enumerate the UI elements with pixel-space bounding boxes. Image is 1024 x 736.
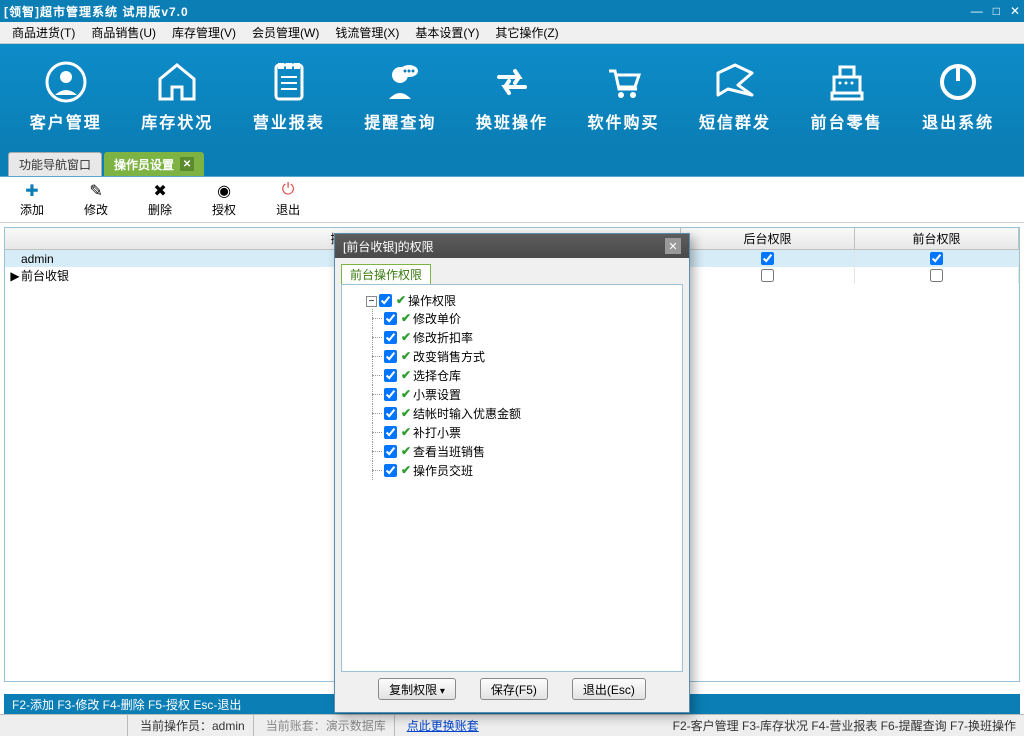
exit-icon bbox=[937, 61, 979, 103]
tree-node-label[interactable]: 结帐时输入优惠金额 bbox=[413, 407, 521, 421]
checkmark-icon: ✔ bbox=[399, 463, 413, 477]
checkmark-icon: ✔ bbox=[399, 425, 413, 439]
tree-node-checkbox[interactable] bbox=[384, 426, 397, 439]
main-tool-buy[interactable]: 软件购买 bbox=[574, 61, 674, 133]
checkmark-icon: ✔ bbox=[399, 444, 413, 458]
main-tool-remind[interactable]: 提醒查询 bbox=[350, 61, 450, 133]
tree-root-checkbox[interactable] bbox=[379, 294, 392, 307]
tree-node-checkbox[interactable] bbox=[384, 445, 397, 458]
main-tool-exit[interactable]: 退出系统 bbox=[908, 61, 1008, 133]
dialog-title: [前台收银]的权限 bbox=[343, 238, 434, 255]
sub-tool-add[interactable]: ✚添加 bbox=[20, 181, 44, 218]
menu-item-6[interactable]: 其它操作(Z) bbox=[491, 24, 562, 41]
checkmark-icon: ✔ bbox=[399, 311, 413, 325]
permission-dialog: [前台收银]的权限 ✕ 前台操作权限 −✔操作权限✔修改单价✔修改折扣率✔改变销… bbox=[334, 233, 690, 713]
menu-item-0[interactable]: 商品进货(T) bbox=[8, 24, 79, 41]
add-icon: ✚ bbox=[25, 181, 38, 199]
dialog-tab-front-perm[interactable]: 前台操作权限 bbox=[341, 264, 431, 284]
customer-icon bbox=[45, 61, 87, 103]
checkmark-icon: ✔ bbox=[399, 330, 413, 344]
tree-node-checkbox[interactable] bbox=[384, 388, 397, 401]
checkmark-icon: ✔ bbox=[399, 349, 413, 363]
status-account: 当前账套：演示数据库 bbox=[266, 715, 395, 736]
tree-node-label[interactable]: 小票设置 bbox=[413, 388, 461, 402]
tree-node-label[interactable]: 修改折扣率 bbox=[413, 331, 473, 345]
tab-close-icon[interactable]: ✕ bbox=[180, 157, 194, 171]
sub-tool-auth[interactable]: ◉授权 bbox=[212, 181, 236, 218]
main-tool-pos[interactable]: 前台零售 bbox=[797, 61, 897, 133]
window-title: [领智]超市管理系统 试用版v7.0 bbox=[4, 3, 189, 20]
main-tool-report[interactable]: 营业报表 bbox=[239, 61, 339, 133]
menu-item-1[interactable]: 商品销售(U) bbox=[87, 24, 160, 41]
tree-node-label[interactable]: 查看当班销售 bbox=[413, 445, 485, 459]
menu-item-5[interactable]: 基本设置(Y) bbox=[411, 24, 483, 41]
menu-item-4[interactable]: 钱流管理(X) bbox=[331, 24, 403, 41]
tree-node-checkbox[interactable] bbox=[384, 312, 397, 325]
main-tool-customer[interactable]: 客户管理 bbox=[16, 61, 116, 133]
buy-icon bbox=[603, 61, 645, 103]
sms-icon bbox=[714, 61, 756, 103]
col-back-perm: 后台权限 bbox=[681, 228, 855, 249]
checkmark-icon: ✔ bbox=[399, 368, 413, 382]
tree-node-label[interactable]: 选择仓库 bbox=[413, 369, 461, 383]
report-icon bbox=[268, 61, 310, 103]
main-tool-inventory[interactable]: 库存状况 bbox=[127, 61, 227, 133]
back-perm-checkbox[interactable] bbox=[761, 252, 774, 265]
tree-node-checkbox[interactable] bbox=[384, 407, 397, 420]
main-tool-sms[interactable]: 短信群发 bbox=[685, 61, 785, 133]
exit-icon: ⏻ bbox=[282, 181, 295, 199]
front-perm-checkbox[interactable] bbox=[930, 269, 943, 282]
edit-icon: ✎ bbox=[89, 181, 102, 199]
tree-node-checkbox[interactable] bbox=[384, 464, 397, 477]
sub-tool-exit[interactable]: ⏻退出 bbox=[276, 181, 300, 218]
exit-button[interactable]: 退出(Esc) bbox=[572, 678, 646, 700]
menu-item-3[interactable]: 会员管理(W) bbox=[248, 24, 323, 41]
maximize-button[interactable]: □ bbox=[993, 4, 1000, 18]
tree-node-checkbox[interactable] bbox=[384, 369, 397, 382]
checkmark-icon: ✔ bbox=[399, 387, 413, 401]
checkmark-icon: ✔ bbox=[399, 406, 413, 420]
copy-permission-button[interactable]: 复制权限 bbox=[378, 678, 456, 700]
main-tool-shift[interactable]: 换班操作 bbox=[462, 61, 562, 133]
tree-expander[interactable]: − bbox=[366, 296, 377, 307]
tree-node-label[interactable]: 操作员交班 bbox=[413, 464, 473, 478]
dialog-close-button[interactable]: ✕ bbox=[665, 238, 681, 254]
status-change-account-link[interactable]: 点此更换账套 bbox=[407, 717, 479, 734]
remind-icon bbox=[379, 61, 421, 103]
back-perm-checkbox[interactable] bbox=[761, 269, 774, 282]
tree-node-checkbox[interactable] bbox=[384, 350, 397, 363]
save-button[interactable]: 保存(F5) bbox=[480, 678, 548, 700]
auth-icon: ◉ bbox=[217, 181, 231, 199]
tree-node-checkbox[interactable] bbox=[384, 331, 397, 344]
checkmark-icon: ✔ bbox=[394, 293, 408, 307]
minimize-button[interactable]: — bbox=[971, 4, 983, 18]
sub-tool-delete[interactable]: ✖删除 bbox=[148, 181, 172, 218]
shift-icon bbox=[491, 61, 533, 103]
status-shortcuts: F2-客户管理 F3-库存状况 F4-营业报表 F6-提醒查询 F7-换班操作 bbox=[673, 717, 1016, 734]
pos-icon bbox=[826, 61, 868, 103]
delete-icon: ✖ bbox=[153, 181, 166, 199]
status-operator: 当前操作员：admin bbox=[140, 715, 254, 736]
tree-node-label[interactable]: 补打小票 bbox=[413, 426, 461, 440]
tab-operator-settings[interactable]: 操作员设置 ✕ bbox=[104, 152, 204, 176]
sub-tool-edit[interactable]: ✎修改 bbox=[84, 181, 108, 218]
close-button[interactable]: ✕ bbox=[1010, 4, 1020, 18]
front-perm-checkbox[interactable] bbox=[930, 252, 943, 265]
tree-node-label[interactable]: 改变销售方式 bbox=[413, 350, 485, 364]
tab-nav-window[interactable]: 功能导航窗口 bbox=[8, 152, 102, 176]
tree-root-label: 操作权限 bbox=[408, 294, 456, 308]
inventory-icon bbox=[156, 61, 198, 103]
menu-item-2[interactable]: 库存管理(V) bbox=[168, 24, 240, 41]
tree-node-label[interactable]: 修改单价 bbox=[413, 312, 461, 326]
col-front-perm: 前台权限 bbox=[855, 228, 1019, 249]
